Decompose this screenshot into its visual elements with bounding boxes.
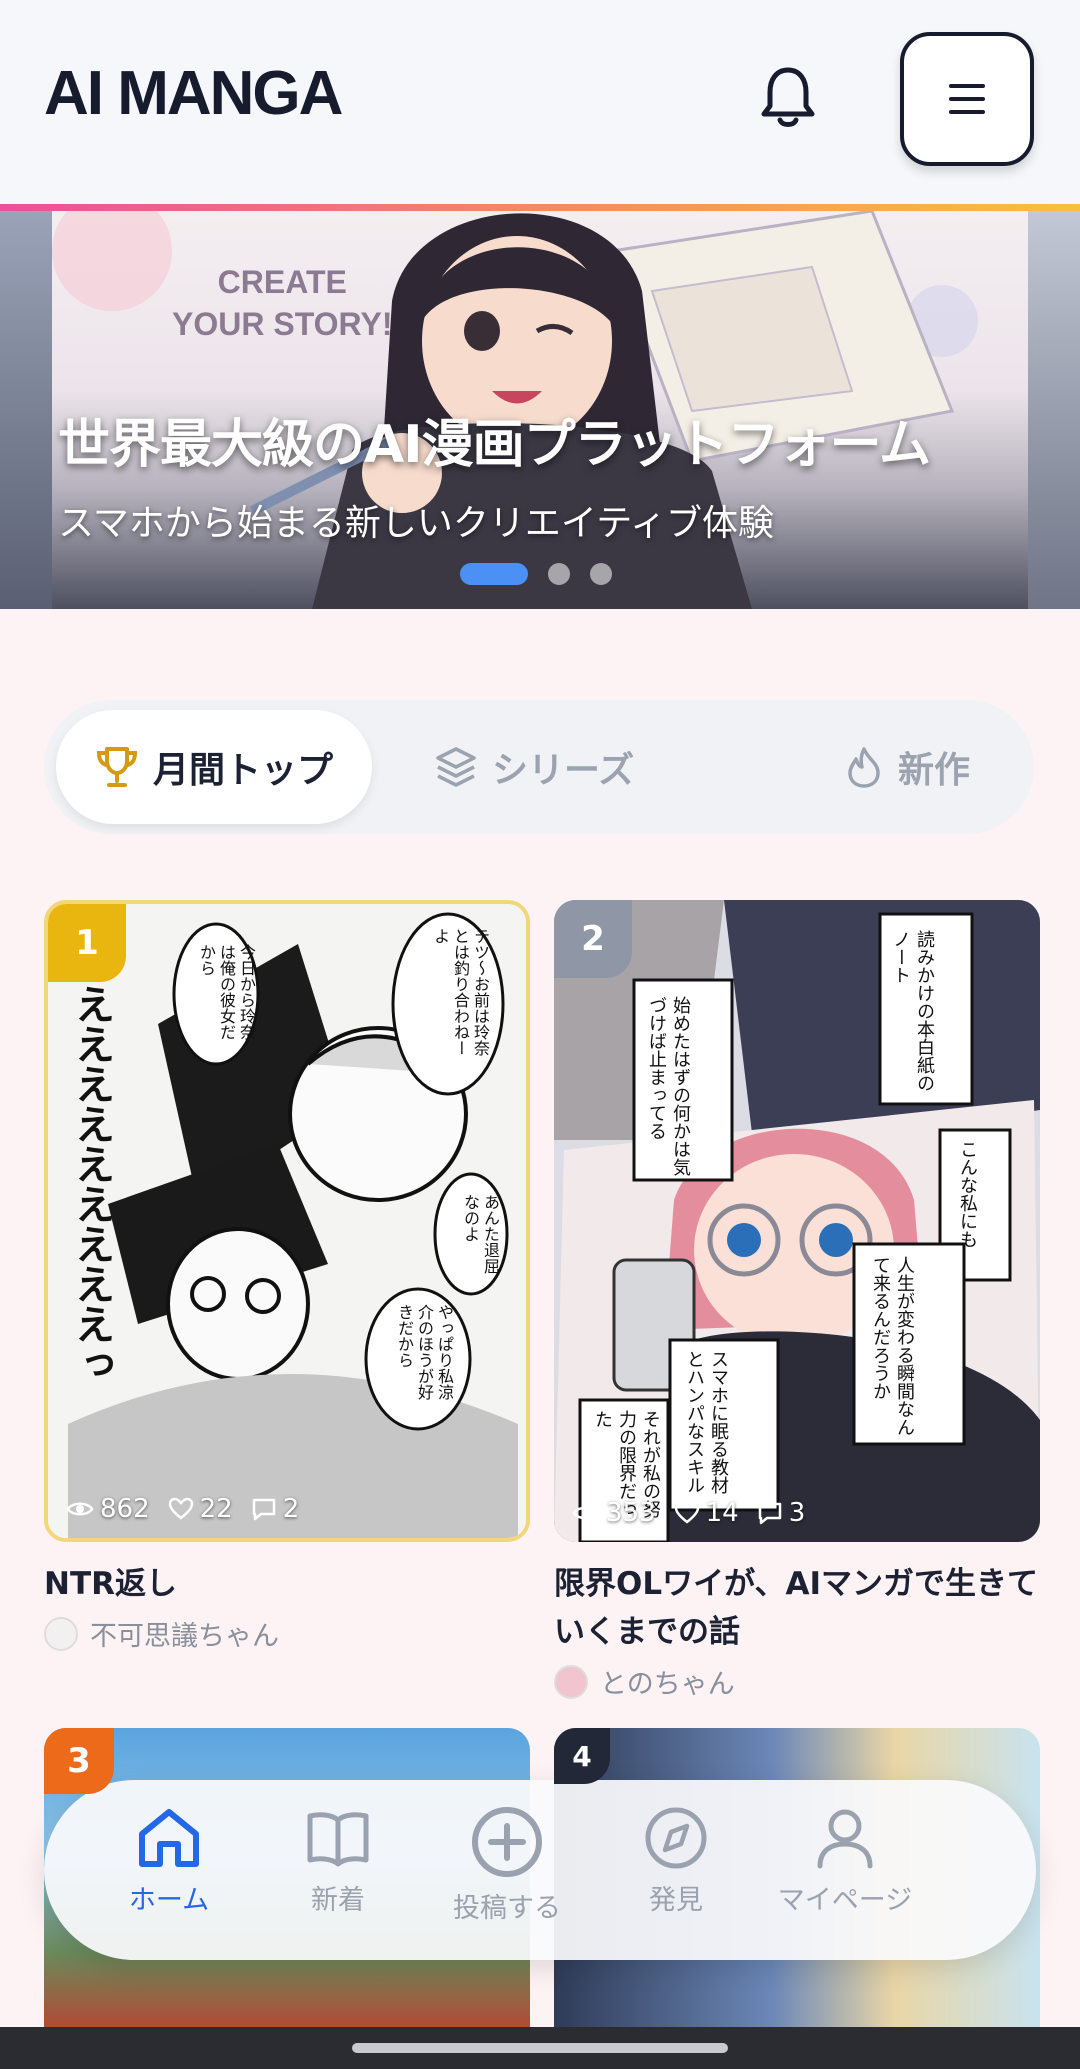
eye-icon <box>572 1506 600 1520</box>
rank-badge: 4 <box>554 1728 610 1784</box>
hero-prev-slide-peek <box>0 211 52 609</box>
manga-card[interactable]: 読みかけの本白紙のノート 始めたはずの何かは気づけば止まってる こんな私にも 人… <box>554 900 1040 1701</box>
manga-title[interactable]: 限界OLワイが、AIマンガで生きていくまでの話 <box>554 1560 1040 1656</box>
avatar <box>554 1664 588 1699</box>
eye-icon <box>66 1502 94 1516</box>
like-count-value: 22 <box>199 1494 233 1524</box>
speech-bubble: あんた退屈なのよ <box>461 1194 500 1274</box>
like-count: 14 <box>674 1498 739 1528</box>
bottom-navigation: ホーム 新着 投稿する 発見 マイページ <box>44 1780 1036 1960</box>
nav-post-label: 投稿する <box>453 1893 561 1924</box>
tab-monthly-top[interactable]: 月間トップ <box>56 710 372 824</box>
avatar <box>44 1616 78 1651</box>
nav-new[interactable]: 新着 <box>263 1806 413 1917</box>
rank-badge: 1 <box>48 904 126 982</box>
speech-bubble: テツ〜お前は玲奈とは釣り合わねーよ <box>431 928 490 1056</box>
narration-box: こんな私にも <box>957 1140 978 1248</box>
view-count: 353 <box>572 1498 656 1528</box>
comment-count: 2 <box>251 1494 300 1524</box>
tab-monthly-top-label: 月間トップ <box>152 750 333 791</box>
speech-bubble: 今日から玲奈は俺の彼女だから <box>197 944 256 1040</box>
hero-subtitle: スマホから始まる新しいクリエイティブ体験 <box>58 503 775 544</box>
carousel-indicator <box>460 563 612 585</box>
user-icon <box>817 1809 873 1869</box>
narration-box: 人生が変わる瞬間なんて来るんだろうか <box>870 1256 915 1436</box>
narration-box: 読みかけの本白紙のノート <box>890 930 935 1092</box>
flame-icon <box>848 747 880 788</box>
ranking-tabs: 月間トップ シリーズ 新作 <box>44 700 1034 834</box>
plus-circle-icon <box>472 1807 542 1877</box>
header-gradient-divider <box>0 204 1080 211</box>
menu-button[interactable] <box>900 32 1034 166</box>
rank-badge: 3 <box>44 1728 114 1794</box>
author-row[interactable]: とのちゃん <box>554 1662 1040 1701</box>
view-count-value: 862 <box>100 1494 150 1524</box>
nav-new-label: 新着 <box>311 1885 365 1916</box>
hero-next-slide-peek <box>1028 211 1080 609</box>
hero-art-caption-line2: YOUR STORY! <box>172 306 393 342</box>
carousel-dot-1[interactable] <box>460 563 528 585</box>
hero-art-caption-line1: CREATE <box>217 264 347 300</box>
nav-mypage[interactable]: マイページ <box>770 1806 920 1917</box>
carousel-dot-2[interactable] <box>548 563 570 585</box>
tab-series[interactable]: シリーズ <box>434 710 634 824</box>
comment-icon <box>252 1498 275 1521</box>
app-logo[interactable]: AI MANGA <box>44 58 343 129</box>
author-row[interactable]: 不可思議ちゃん <box>44 1614 530 1653</box>
speech-bubble: やっぱり私涼介のほうが好きだから <box>395 1304 454 1400</box>
comment-icon <box>758 1502 781 1525</box>
hamburger-menu-icon <box>949 84 985 114</box>
compass-icon <box>645 1807 707 1869</box>
tab-new[interactable]: 新作 <box>844 710 970 824</box>
view-count: 862 <box>66 1494 150 1524</box>
heart-icon <box>674 1501 699 1524</box>
card-stats: 353 14 3 <box>572 1498 805 1528</box>
hero-art-caption: CREATE YOUR STORY! <box>172 261 392 345</box>
nav-home[interactable]: ホーム <box>94 1806 244 1917</box>
manga-sfx-text: えええええええええっ <box>68 984 114 1384</box>
carousel-dot-3[interactable] <box>590 563 612 585</box>
author-name: 不可思議ちゃん <box>90 1621 279 1652</box>
trophy-icon <box>96 747 137 787</box>
comment-count: 3 <box>757 1498 806 1528</box>
hero-title: 世界最大級のAI漫画プラットフォーム <box>58 415 931 475</box>
rank-badge: 2 <box>554 900 632 978</box>
manga-thumbnail[interactable]: テツ〜お前は玲奈とは釣り合わねーよ 今日から玲奈は俺の彼女だから あんた退屈なの… <box>44 900 530 1542</box>
card-stats: 862 22 2 <box>66 1494 299 1524</box>
book-open-icon <box>307 1812 369 1867</box>
nav-discover[interactable]: 発見 <box>601 1806 751 1917</box>
narration-box: スマホに眠る教材とハンパなスキル <box>684 1350 729 1494</box>
nav-post[interactable]: 投稿する <box>432 1806 582 1925</box>
author-name: とのちゃん <box>600 1669 735 1700</box>
manga-thumbnail[interactable]: 読みかけの本白紙のノート 始めたはずの何かは気づけば止まってる こんな私にも 人… <box>554 900 1040 1542</box>
narration-box: 始めたはずの何かは気づけば止まってる <box>646 996 691 1176</box>
nav-discover-label: 発見 <box>649 1885 703 1916</box>
like-count-value: 14 <box>705 1498 739 1528</box>
layers-icon <box>436 747 476 787</box>
nav-mypage-label: マイページ <box>777 1885 913 1916</box>
comment-count-value: 2 <box>282 1494 300 1524</box>
tab-new-label: 新作 <box>898 750 971 791</box>
nav-home-label: ホーム <box>128 1885 210 1916</box>
manga-card[interactable]: テツ〜お前は玲奈とは釣り合わねーよ 今日から玲奈は俺の彼女だから あんた退屈なの… <box>44 900 530 1653</box>
view-count-value: 353 <box>606 1498 656 1528</box>
tab-series-label: シリーズ <box>492 750 635 791</box>
comment-count-value: 3 <box>788 1498 806 1528</box>
manga-title[interactable]: NTR返し <box>44 1560 530 1608</box>
home-gesture-handle[interactable] <box>352 2043 728 2053</box>
home-icon <box>139 1809 199 1867</box>
heart-icon <box>168 1497 193 1520</box>
bell-icon[interactable] <box>756 64 820 132</box>
app-header: AI MANGA <box>0 0 1080 206</box>
like-count: 22 <box>168 1494 233 1524</box>
